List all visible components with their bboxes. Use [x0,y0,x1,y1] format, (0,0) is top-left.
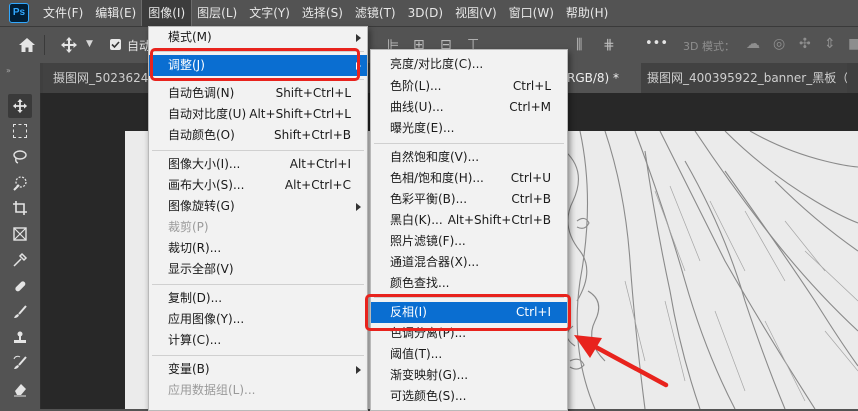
tab-document-current[interactable]: RGB/8) * [561,63,641,93]
menu-item-auto-tone[interactable]: 自动色调(N) Shift+Ctrl+L [149,83,367,104]
menu-filter[interactable]: 滤镜(T) [349,0,402,26]
menu-item-variables[interactable]: 变量(B) [149,359,367,380]
menu-type[interactable]: 文字(Y) [243,0,296,26]
distribute-icon[interactable]: ⫼ [576,36,594,54]
menu-layer[interactable]: 图层(L) [191,0,243,26]
quick-selection-tool-icon[interactable] [8,171,32,195]
history-brush-tool-icon[interactable] [8,351,32,375]
checkmark-icon [111,41,120,49]
menu-item-duplicate[interactable]: 复制(D)... [149,288,367,309]
menu-item-mode[interactable]: 模式(M) [149,27,367,48]
toolbox: » [0,63,41,409]
frame-tool-icon[interactable] [8,222,32,246]
submenu-arrow-icon [356,203,361,211]
menu-separator [152,355,364,356]
menu-item-gradient-map[interactable]: 渐变映射(G)... [371,365,567,386]
clone-stamp-tool-icon[interactable] [8,326,32,350]
menu-separator [152,284,364,285]
photoshop-logo: Ps [9,3,29,23]
menu-item-apply-data-set: 应用数据组(L)... [168,383,256,397]
menu-item-image-size[interactable]: 图像大小(I)... Alt+Ctrl+I [149,154,367,175]
eyedropper-tool-icon[interactable] [8,248,32,272]
brush-tool-icon[interactable] [8,300,32,324]
menu-item-selective-color[interactable]: 可选颜色(S)... [371,386,567,407]
menu-item-reveal-all[interactable]: 显示全部(V) [149,259,367,280]
collapse-chevron-icon[interactable]: » [6,66,11,75]
3d-scale-icon[interactable]: ■ [848,36,858,52]
menu-item-auto-color[interactable]: 自动颜色(O) Shift+Ctrl+B [149,125,367,146]
3d-pan-icon[interactable]: ✣ [799,36,811,52]
menu-item-image-rotation[interactable]: 图像旋转(G) [149,196,367,217]
3d-roll-icon[interactable]: ◎ [773,36,785,52]
move-tool-icon[interactable] [60,36,78,54]
menu-item-apply-image[interactable]: 应用图像(Y)... [149,309,367,330]
more-options-button[interactable]: ••• [645,36,668,51]
3d-mode-label: 3D 模式： [683,40,735,53]
home-icon[interactable] [18,37,36,53]
menu-item-levels[interactable]: 色阶(L)... Ctrl+L [371,76,567,97]
menu-item-canvas-size[interactable]: 画布大小(S)... Alt+Ctrl+C [149,175,367,196]
annotation-box-adjustments [150,48,360,81]
menu-item-hue-saturation[interactable]: 色相/饱和度(H)... Ctrl+U [371,168,567,189]
menu-item-color-balance[interactable]: 色彩平衡(B)... Ctrl+B [371,189,567,210]
menu-bar: Ps 文件(F) 编辑(E) 图像(I) 图层(L) 文字(Y) 选择(S) 滤… [0,0,858,27]
menu-item-threshold[interactable]: 阈值(T)... [371,344,567,365]
auto-select-checkbox[interactable] [110,39,121,50]
menu-image[interactable]: 图像(I) [141,0,193,27]
menu-item-trim[interactable]: 裁切(R)... [149,238,367,259]
menu-item-crop: 裁剪(P) [168,220,209,234]
menu-window[interactable]: 窗口(W) [503,0,560,26]
marquee-tool-icon[interactable] [8,119,32,143]
adjustments-submenu: 亮度/对比度(C)... 色阶(L)... Ctrl+L 曲线(U)... Ctrl… [370,49,568,411]
annotation-arrow-icon [574,335,669,388]
3d-slide-icon[interactable]: ⇕ [824,36,836,52]
menu-item-brightness-contrast[interactable]: 亮度/对比度(C)... [371,54,567,75]
chevron-down-icon[interactable]: ▼ [86,39,93,49]
crop-tool-icon[interactable] [8,196,32,220]
menu-item-black-white[interactable]: 黑白(K)... Alt+Shift+Ctrl+B [371,210,567,231]
menu-help[interactable]: 帮助(H) [560,0,614,26]
distribute-center-icon[interactable]: ⋕ [603,36,621,54]
menu-item-vibrance[interactable]: 自然饱和度(V)... [371,147,567,168]
lasso-tool-icon[interactable] [8,145,32,169]
menu-select[interactable]: 选择(S) [296,0,349,26]
menu-file[interactable]: 文件(F) [37,0,89,26]
menu-3d[interactable]: 3D(D) [402,0,449,26]
menu-separator [152,150,364,151]
menu-item-color-lookup[interactable]: 颜色查找... [371,273,567,294]
menu-item-curves[interactable]: 曲线(U)... Ctrl+M [371,97,567,118]
menu-item-exposure[interactable]: 曝光度(E)... [371,118,567,139]
image-menu: 模式(M) 调整(J) 自动色调(N) Shift+Ctrl+L 自动对比度(U)… [148,26,368,411]
healing-brush-tool-icon[interactable] [8,274,32,298]
tab-document-1[interactable]: 摄图网_50236243 [43,63,163,93]
menu-item-calculations[interactable]: 计算(C)... [149,330,367,351]
menu-item-photo-filter[interactable]: 照片滤镜(F)... [371,231,567,252]
menu-item-channel-mixer[interactable]: 通道混合器(X)... [371,252,567,273]
submenu-arrow-icon [356,34,361,42]
menu-edit[interactable]: 编辑(E) [89,0,142,26]
3d-orbit-icon[interactable]: ☁ [746,36,760,52]
move-tool-icon[interactable] [8,94,32,118]
menu-view[interactable]: 视图(V) [449,0,503,26]
eraser-tool-icon[interactable] [8,377,32,401]
menu-item-auto-contrast[interactable]: 自动对比度(U) Alt+Shift+Ctrl+L [149,104,367,125]
options-divider [44,35,45,55]
annotation-box-invert [365,294,571,331]
menu-separator [374,143,564,144]
tab-document-3[interactable]: 摄图网_400395922_banner_黑板（企 [641,63,847,93]
submenu-arrow-icon [356,366,361,374]
